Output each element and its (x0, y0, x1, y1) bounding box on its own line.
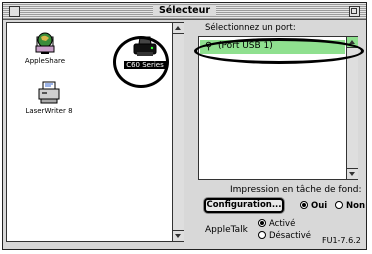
driver-appleshare[interactable]: AppleShare (21, 31, 69, 65)
radio-unselected-icon (258, 231, 266, 239)
radio-label: Oui (311, 201, 328, 211)
radio-label: Non (346, 201, 366, 211)
appletalk-label: AppleTalk (205, 225, 248, 235)
highlight-oval (113, 36, 169, 88)
port-list-label: Sélectionnez un port: (205, 23, 296, 33)
radio-selected-icon (300, 201, 308, 209)
radio-label: Désactivé (269, 231, 312, 241)
background-printing-label: Impression en tâche de fond: (230, 185, 362, 195)
radio-selected-icon (258, 219, 266, 227)
appleshare-icon (35, 32, 55, 54)
scroll-up-arrow-icon[interactable] (173, 23, 184, 34)
title-bar[interactable]: Sélecteur (3, 3, 366, 20)
driver-list-scrollbar[interactable] (172, 23, 184, 241)
window-title: Sélecteur (152, 5, 217, 16)
scroll-down-arrow-icon[interactable] (347, 168, 358, 179)
highlight-oval (194, 38, 364, 64)
laserwriter-icon (38, 81, 60, 104)
radio-oui[interactable]: Oui (300, 201, 327, 211)
version-label: FU1-7.6.2 (322, 236, 361, 245)
radio-unselected-icon (335, 201, 343, 209)
configuration-button[interactable]: Configuration... (204, 198, 284, 213)
radio-active[interactable]: Activé (258, 219, 295, 229)
radio-non[interactable]: Non (335, 201, 365, 211)
driver-label: LaserWriter 8 (25, 107, 73, 115)
zoom-box[interactable] (349, 6, 360, 17)
radio-label: Activé (269, 219, 296, 229)
scroll-down-arrow-icon[interactable] (173, 230, 184, 241)
driver-label: AppleShare (24, 57, 66, 65)
driver-laserwriter-8[interactable]: LaserWriter 8 (21, 81, 77, 115)
radio-inactive[interactable]: Désactivé (258, 231, 311, 241)
